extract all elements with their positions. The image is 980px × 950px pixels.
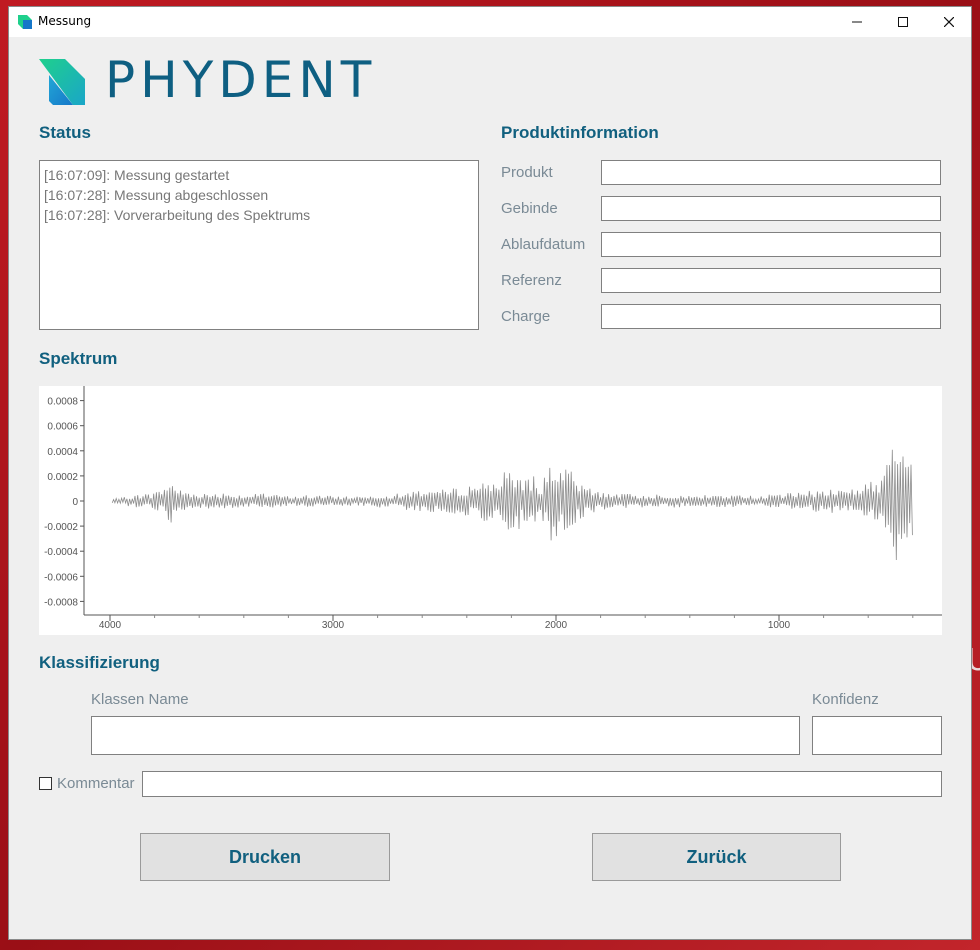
phydent-logo-icon	[39, 59, 85, 105]
produktinformation-title: Produktinformation	[501, 123, 659, 142]
y-tick-label: 0	[72, 497, 78, 508]
y-tick-label: 0.0006	[47, 422, 78, 433]
window-title: Messung	[38, 14, 92, 28]
referenz-label: Referenz	[501, 272, 562, 289]
y-tick-label: 0.0002	[47, 472, 78, 483]
x-tick-label: 2000	[545, 620, 568, 631]
referenz-input[interactable]	[601, 268, 941, 293]
status-log[interactable]: [16:07:09]: Messung gestartet [16:07:28]…	[39, 160, 479, 330]
kommentar-input[interactable]	[142, 771, 942, 797]
klassen-name-input[interactable]	[91, 716, 800, 755]
klassen-name-label: Klassen Name	[91, 691, 189, 708]
y-tick-label: -0.0006	[44, 572, 78, 583]
kommentar-checkbox[interactable]	[39, 777, 52, 790]
spectrum-chart-svg: 0.0008 0.0006 0.0004 0.0002 0 -0.0002 -0.0004 -…	[44, 386, 942, 631]
status-title: Status	[39, 123, 91, 142]
minimize-button[interactable]	[834, 7, 880, 37]
ablaufdatum-label: Ablaufdatum	[501, 236, 586, 253]
y-tick-label: -0.0004	[44, 547, 78, 558]
x-tick-label: 1000	[768, 620, 791, 631]
app-icon	[18, 15, 32, 29]
y-tick-label: 0.0008	[47, 397, 78, 408]
produkt-label: Produkt	[501, 164, 553, 181]
y-tick-label: -0.0002	[44, 522, 78, 533]
spektrum-title: Spektrum	[39, 349, 118, 368]
konfidenz-label: Konfidenz	[812, 691, 879, 708]
minimize-icon	[852, 21, 862, 23]
y-tick-label: 0.0004	[47, 447, 78, 458]
produkt-input[interactable]	[601, 160, 941, 185]
spectrum-chart[interactable]: 0.0008 0.0006 0.0004 0.0002 0 -0.0002 -0.0004 -…	[39, 386, 942, 635]
maximize-icon	[898, 17, 908, 27]
phydent-logo-text: PHYDENT	[105, 51, 377, 109]
drucken-button[interactable]: Drucken	[140, 833, 390, 881]
x-tick-label: 4000	[99, 620, 122, 631]
kommentar-label: Kommentar	[57, 775, 135, 792]
klassifizierung-title: Klassifizierung	[39, 653, 160, 672]
charge-input[interactable]	[601, 304, 941, 329]
status-log-line: [16:07:28]: Vorverarbeitung des Spektrum…	[44, 207, 311, 223]
zurueck-button[interactable]: Zurück	[592, 833, 841, 881]
close-button[interactable]	[926, 7, 972, 37]
status-log-line: [16:07:09]: Messung gestartet	[44, 167, 230, 183]
charge-label: Charge	[501, 308, 551, 325]
maximize-button[interactable]	[880, 7, 926, 37]
y-tick-label: -0.0008	[44, 597, 78, 608]
close-icon	[944, 17, 954, 27]
title-bar[interactable]: Messung	[9, 7, 971, 37]
gebinde-input[interactable]	[601, 196, 941, 221]
gebinde-label: Gebinde	[501, 200, 558, 217]
konfidenz-input[interactable]	[812, 716, 942, 755]
ablaufdatum-input[interactable]	[601, 232, 941, 257]
x-tick-label: 3000	[322, 620, 345, 631]
messung-window: Messung PHYDENT Status [16:07:09]: Messu…	[8, 6, 972, 940]
status-log-line: [16:07:28]: Messung abgeschlossen	[44, 187, 269, 203]
spectrum-series-line	[111, 449, 913, 561]
